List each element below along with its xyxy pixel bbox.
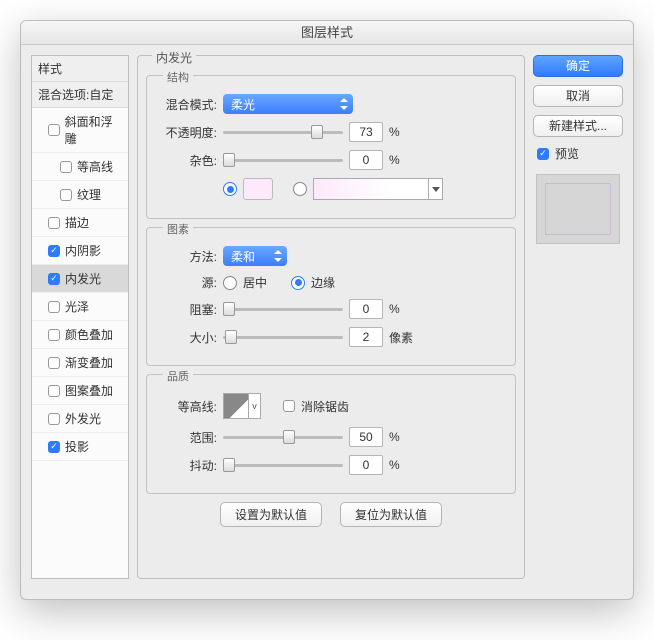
elements-group: 图素 方法: 柔和 源: 居中 边缘 阻塞: bbox=[146, 227, 516, 366]
contour-label: 等高线: bbox=[157, 398, 217, 415]
jitter-unit: % bbox=[389, 458, 400, 472]
antialias-label: 消除锯齿 bbox=[301, 398, 349, 415]
preview-checkbox[interactable] bbox=[537, 148, 549, 160]
sidebar-header-styles[interactable]: 样式 bbox=[32, 56, 128, 82]
window-title: 图层样式 bbox=[21, 21, 633, 45]
sidebar-item-1[interactable]: 等高线 bbox=[32, 153, 128, 181]
sidebar-label-9: 图案叠加 bbox=[65, 382, 113, 399]
choke-unit: % bbox=[389, 302, 400, 316]
elements-legend: 图素 bbox=[163, 221, 193, 237]
sidebar-checkbox-7[interactable] bbox=[48, 329, 60, 341]
cancel-button[interactable]: 取消 bbox=[533, 85, 623, 107]
sidebar-label-10: 外发光 bbox=[65, 410, 101, 427]
jitter-slider[interactable] bbox=[223, 456, 343, 474]
sidebar-checkbox-6[interactable] bbox=[48, 301, 60, 313]
sidebar-item-5[interactable]: 内发光 bbox=[32, 265, 128, 293]
size-unit: 像素 bbox=[389, 329, 413, 346]
sidebar-item-7[interactable]: 颜色叠加 bbox=[32, 321, 128, 349]
blend-mode-select[interactable]: 柔光 bbox=[223, 94, 353, 114]
opacity-input[interactable] bbox=[349, 122, 383, 142]
contour-picker[interactable]: v bbox=[223, 393, 261, 419]
range-slider[interactable] bbox=[223, 428, 343, 446]
structure-group: 结构 混合模式: 柔光 不透明度: % 杂色: bbox=[146, 75, 516, 219]
noise-label: 杂色: bbox=[157, 152, 217, 169]
sidebar-checkbox-4[interactable] bbox=[48, 245, 60, 257]
sidebar-label-5: 内发光 bbox=[65, 270, 101, 287]
quality-group: 品质 等高线: v 消除锯齿 范围: % bbox=[146, 374, 516, 494]
sidebar-item-9[interactable]: 图案叠加 bbox=[32, 377, 128, 405]
size-slider[interactable] bbox=[223, 328, 343, 346]
set-default-button[interactable]: 设置为默认值 bbox=[220, 502, 322, 527]
size-input[interactable] bbox=[349, 327, 383, 347]
sidebar-item-2[interactable]: 纹理 bbox=[32, 181, 128, 209]
sidebar-label-1: 等高线 bbox=[77, 158, 113, 175]
choke-input[interactable] bbox=[349, 299, 383, 319]
ok-button[interactable]: 确定 bbox=[533, 55, 623, 77]
noise-unit: % bbox=[389, 153, 400, 167]
sidebar-checkbox-10[interactable] bbox=[48, 413, 60, 425]
sidebar-checkbox-3[interactable] bbox=[48, 217, 60, 229]
range-unit: % bbox=[389, 430, 400, 444]
sidebar-checkbox-0[interactable] bbox=[48, 124, 60, 136]
gradient-radio[interactable] bbox=[293, 182, 307, 196]
sidebar-item-6[interactable]: 光泽 bbox=[32, 293, 128, 321]
sidebar-item-3[interactable]: 描边 bbox=[32, 209, 128, 237]
source-edge-label: 边缘 bbox=[311, 274, 335, 291]
preview-thumbnail bbox=[536, 174, 620, 244]
antialias-checkbox[interactable] bbox=[283, 400, 295, 412]
styles-sidebar: 样式 混合选项:自定 斜面和浮雕等高线纹理描边内阴影内发光光泽颜色叠加渐变叠加图… bbox=[31, 55, 129, 579]
opacity-label: 不透明度: bbox=[157, 124, 217, 141]
panel-title: 内发光 bbox=[152, 49, 196, 66]
noise-input[interactable] bbox=[349, 150, 383, 170]
sidebar-label-3: 描边 bbox=[65, 214, 89, 231]
sidebar-item-4[interactable]: 内阴影 bbox=[32, 237, 128, 265]
sidebar-checkbox-2[interactable] bbox=[60, 189, 72, 201]
source-edge-radio[interactable] bbox=[291, 276, 305, 290]
sidebar-checkbox-9[interactable] bbox=[48, 385, 60, 397]
sidebar-checkbox-11[interactable] bbox=[48, 441, 60, 453]
noise-slider[interactable] bbox=[223, 151, 343, 169]
technique-select[interactable]: 柔和 bbox=[223, 246, 287, 266]
opacity-unit: % bbox=[389, 125, 400, 139]
sidebar-label-0: 斜面和浮雕 bbox=[65, 113, 122, 147]
dialog-actions: 确定 取消 新建样式... 预览 bbox=[533, 55, 623, 579]
reset-default-button[interactable]: 复位为默认值 bbox=[340, 502, 442, 527]
sidebar-item-10[interactable]: 外发光 bbox=[32, 405, 128, 433]
sidebar-label-11: 投影 bbox=[65, 438, 89, 455]
preview-label: 预览 bbox=[555, 145, 579, 162]
sidebar-checkbox-5[interactable] bbox=[48, 273, 60, 285]
sidebar-checkbox-1[interactable] bbox=[60, 161, 72, 173]
jitter-label: 抖动: bbox=[157, 457, 217, 474]
sidebar-item-11[interactable]: 投影 bbox=[32, 433, 128, 461]
choke-slider[interactable] bbox=[223, 300, 343, 318]
layer-style-dialog: 图层样式 样式 混合选项:自定 斜面和浮雕等高线纹理描边内阴影内发光光泽颜色叠加… bbox=[20, 20, 634, 600]
sidebar-label-7: 颜色叠加 bbox=[65, 326, 113, 343]
gradient-picker[interactable] bbox=[313, 178, 443, 200]
technique-label: 方法: bbox=[157, 248, 217, 265]
sidebar-item-8[interactable]: 渐变叠加 bbox=[32, 349, 128, 377]
color-radio[interactable] bbox=[223, 182, 237, 196]
jitter-input[interactable] bbox=[349, 455, 383, 475]
quality-legend: 品质 bbox=[163, 368, 193, 384]
sidebar-header-blend[interactable]: 混合选项:自定 bbox=[32, 82, 128, 108]
source-center-radio[interactable] bbox=[223, 276, 237, 290]
sidebar-item-0[interactable]: 斜面和浮雕 bbox=[32, 108, 128, 153]
sidebar-label-8: 渐变叠加 bbox=[65, 354, 113, 371]
sidebar-checkbox-8[interactable] bbox=[48, 357, 60, 369]
range-label: 范围: bbox=[157, 429, 217, 446]
range-input[interactable] bbox=[349, 427, 383, 447]
new-style-button[interactable]: 新建样式... bbox=[533, 115, 623, 137]
choke-label: 阻塞: bbox=[157, 301, 217, 318]
size-label: 大小: bbox=[157, 329, 217, 346]
color-swatch[interactable] bbox=[243, 178, 273, 200]
opacity-slider[interactable] bbox=[223, 123, 343, 141]
structure-legend: 结构 bbox=[163, 69, 193, 85]
sidebar-label-2: 纹理 bbox=[77, 186, 101, 203]
source-center-label: 居中 bbox=[243, 274, 267, 291]
sidebar-label-6: 光泽 bbox=[65, 298, 89, 315]
blend-mode-label: 混合模式: bbox=[157, 96, 217, 113]
sidebar-label-4: 内阴影 bbox=[65, 242, 101, 259]
source-label: 源: bbox=[157, 274, 217, 291]
inner-glow-panel: 内发光 结构 混合模式: 柔光 不透明度: % 杂色: bbox=[137, 55, 525, 579]
